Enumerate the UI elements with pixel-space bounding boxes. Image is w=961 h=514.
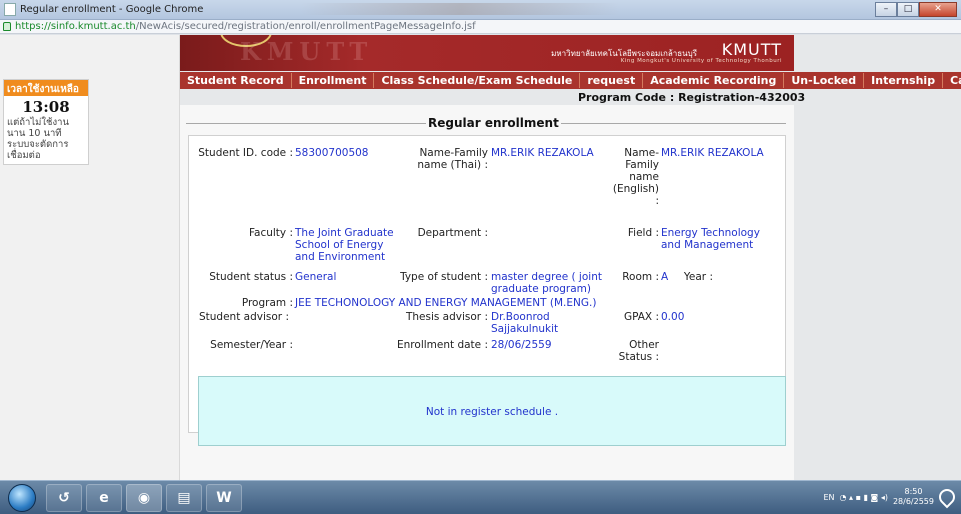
program-value: JEE TECHONOLOGY AND ENERGY MANAGEMENT (M…	[295, 297, 597, 309]
internet-explorer-icon[interactable]: e	[86, 484, 122, 512]
name-english-label: Name- Family name (English) :	[612, 147, 659, 207]
nav-academic-recording[interactable]: Academic Recording	[643, 73, 785, 88]
name-english-value: MR.ERIK REZAKOLA	[661, 147, 764, 159]
program-code: Program Code : Registration-432003	[578, 91, 806, 104]
url-text[interactable]: https://sinfo.kmutt.ac.th/NewAcis/secure…	[15, 21, 476, 32]
nav-request[interactable]: request	[580, 73, 644, 88]
thesis-advisor-label: Thesis advisor :	[405, 311, 488, 323]
taskbar: ↺ e ◉ ▤ W EN ◔ ▴ ▪ ▮ ◙ ◂) 8:50 28/6/2559	[0, 480, 961, 514]
language-indicator[interactable]: EN	[823, 493, 834, 502]
url-host: https://sinfo.kmutt.ac.th	[15, 21, 136, 32]
chrome-icon[interactable]: ◉	[126, 484, 162, 512]
timer-header: เวลาใช้งานเหลือ	[4, 80, 88, 96]
nav-career[interactable]: Career S	[943, 73, 961, 88]
name-thai-label: Name-Family name (Thai) :	[417, 147, 488, 171]
taskbar-app-icon[interactable]: ↺	[46, 484, 82, 512]
clock[interactable]: 8:50 28/6/2559	[893, 487, 934, 507]
left-sidebar: เวลาใช้งานเหลือ 13:08 แต่ถ้าไม่ใช้งาน นา…	[0, 35, 180, 480]
student-id-value: 58300700508	[295, 147, 369, 159]
semester-label: Semester/Year :	[210, 339, 293, 351]
timer-note: แต่ถ้าไม่ใช้งาน นาน 10 นาที ระบบจะตัดการ…	[7, 117, 69, 161]
student-status-value: General	[295, 271, 337, 283]
room-label: Room :	[622, 271, 659, 283]
nav-internship[interactable]: Internship	[864, 73, 944, 88]
field-value: Energy Technology and Management	[661, 227, 760, 251]
faculty-value: The Joint Graduate School of Energy and …	[295, 227, 394, 263]
year-label: Year :	[683, 271, 713, 283]
clock-date: 28/6/2559	[892, 497, 934, 506]
thesis-advisor-value: Dr.Boonrod Sajjakulnukit	[491, 311, 559, 335]
start-button[interactable]	[8, 484, 36, 512]
maximize-button[interactable]: □	[897, 2, 919, 17]
nav-un-locked[interactable]: Un-Locked	[784, 73, 865, 88]
other-status-label: Other Status :	[618, 339, 659, 363]
address-bar[interactable]: https://sinfo.kmutt.ac.th/NewAcis/secure…	[0, 20, 961, 34]
close-button[interactable]: ✕	[919, 2, 957, 17]
faculty-label: Faculty :	[248, 227, 293, 239]
site-banner: KMUTT มหาวิทยาลัยเทคโนโลยีพระจอมเกล้าธนบ…	[180, 35, 794, 71]
window-title: Regular enrollment - Google Chrome	[20, 4, 204, 15]
word-icon[interactable]: W	[206, 484, 242, 512]
program-label: Program :	[241, 297, 293, 309]
field-label: Field :	[627, 227, 659, 239]
student-id-label: Student ID. code :	[198, 147, 293, 159]
nav-class-schedule[interactable]: Class Schedule/Exam Schedule	[374, 73, 581, 88]
nav-enrollment[interactable]: Enrollment	[292, 73, 375, 88]
window-controls: – □ ✕	[875, 2, 957, 17]
room-value: A	[661, 271, 669, 283]
notice-box: Not in register schedule .	[198, 376, 786, 446]
tray-icons[interactable]: ◔ ▴ ▪ ▮ ◙ ◂)	[840, 493, 888, 502]
student-info-panel: Student ID. code : 58300700508 Name-Fami…	[188, 135, 786, 446]
department-label: Department :	[417, 227, 488, 239]
gpax-value: 0.00	[661, 311, 685, 323]
university-name-english: King Mongkut's University of Technology …	[620, 58, 782, 64]
system-tray: EN ◔ ▴ ▪ ▮ ◙ ◂) 8:50 28/6/2559	[823, 485, 959, 509]
nav-student-record[interactable]: Student Record	[180, 73, 292, 88]
university-acronym: KMUTT	[721, 40, 782, 59]
gpax-label: GPAX :	[623, 311, 659, 323]
name-thai-value: MR.ERIK REZAKOLA	[491, 147, 594, 159]
timer-value: 13:08	[22, 98, 70, 116]
page-icon	[4, 3, 16, 16]
window-titlebar: Regular enrollment - Google Chrome – □ ✕	[0, 0, 961, 20]
blurred-tabs	[300, 3, 620, 15]
student-advisor-label: Student advisor :	[199, 311, 289, 323]
student-type-label: Type of student :	[400, 271, 488, 283]
student-type-value: master degree ( joint graduate program)	[491, 271, 602, 295]
notification-icon[interactable]	[935, 485, 959, 509]
page-content: เวลาใช้งานเหลือ 13:08 แต่ถ้าไม่ใช้งาน นา…	[0, 35, 961, 480]
main-nav: Student Record Enrollment Class Schedule…	[180, 72, 961, 89]
minimize-button[interactable]: –	[875, 2, 897, 17]
enrollment-date-value: 28/06/2559	[491, 339, 552, 351]
student-status-label: Student status :	[209, 271, 293, 283]
lock-icon	[3, 22, 11, 31]
section-title: Regular enrollment	[426, 116, 561, 130]
session-timer: เวลาใช้งานเหลือ 13:08 แต่ถ้าไม่ใช้งาน นา…	[3, 79, 89, 165]
clock-time: 8:50	[904, 487, 923, 496]
notice-text: Not in register schedule .	[425, 406, 559, 418]
enrollment-section: Regular enrollment Student ID. code : 58…	[180, 105, 794, 480]
folder-icon[interactable]: ▤	[166, 484, 202, 512]
enrollment-date-label: Enrollment date :	[397, 339, 488, 351]
url-path: /NewAcis/secured/registration/enroll/enr…	[135, 21, 476, 32]
banner-watermark: KMUTT	[240, 37, 374, 66]
